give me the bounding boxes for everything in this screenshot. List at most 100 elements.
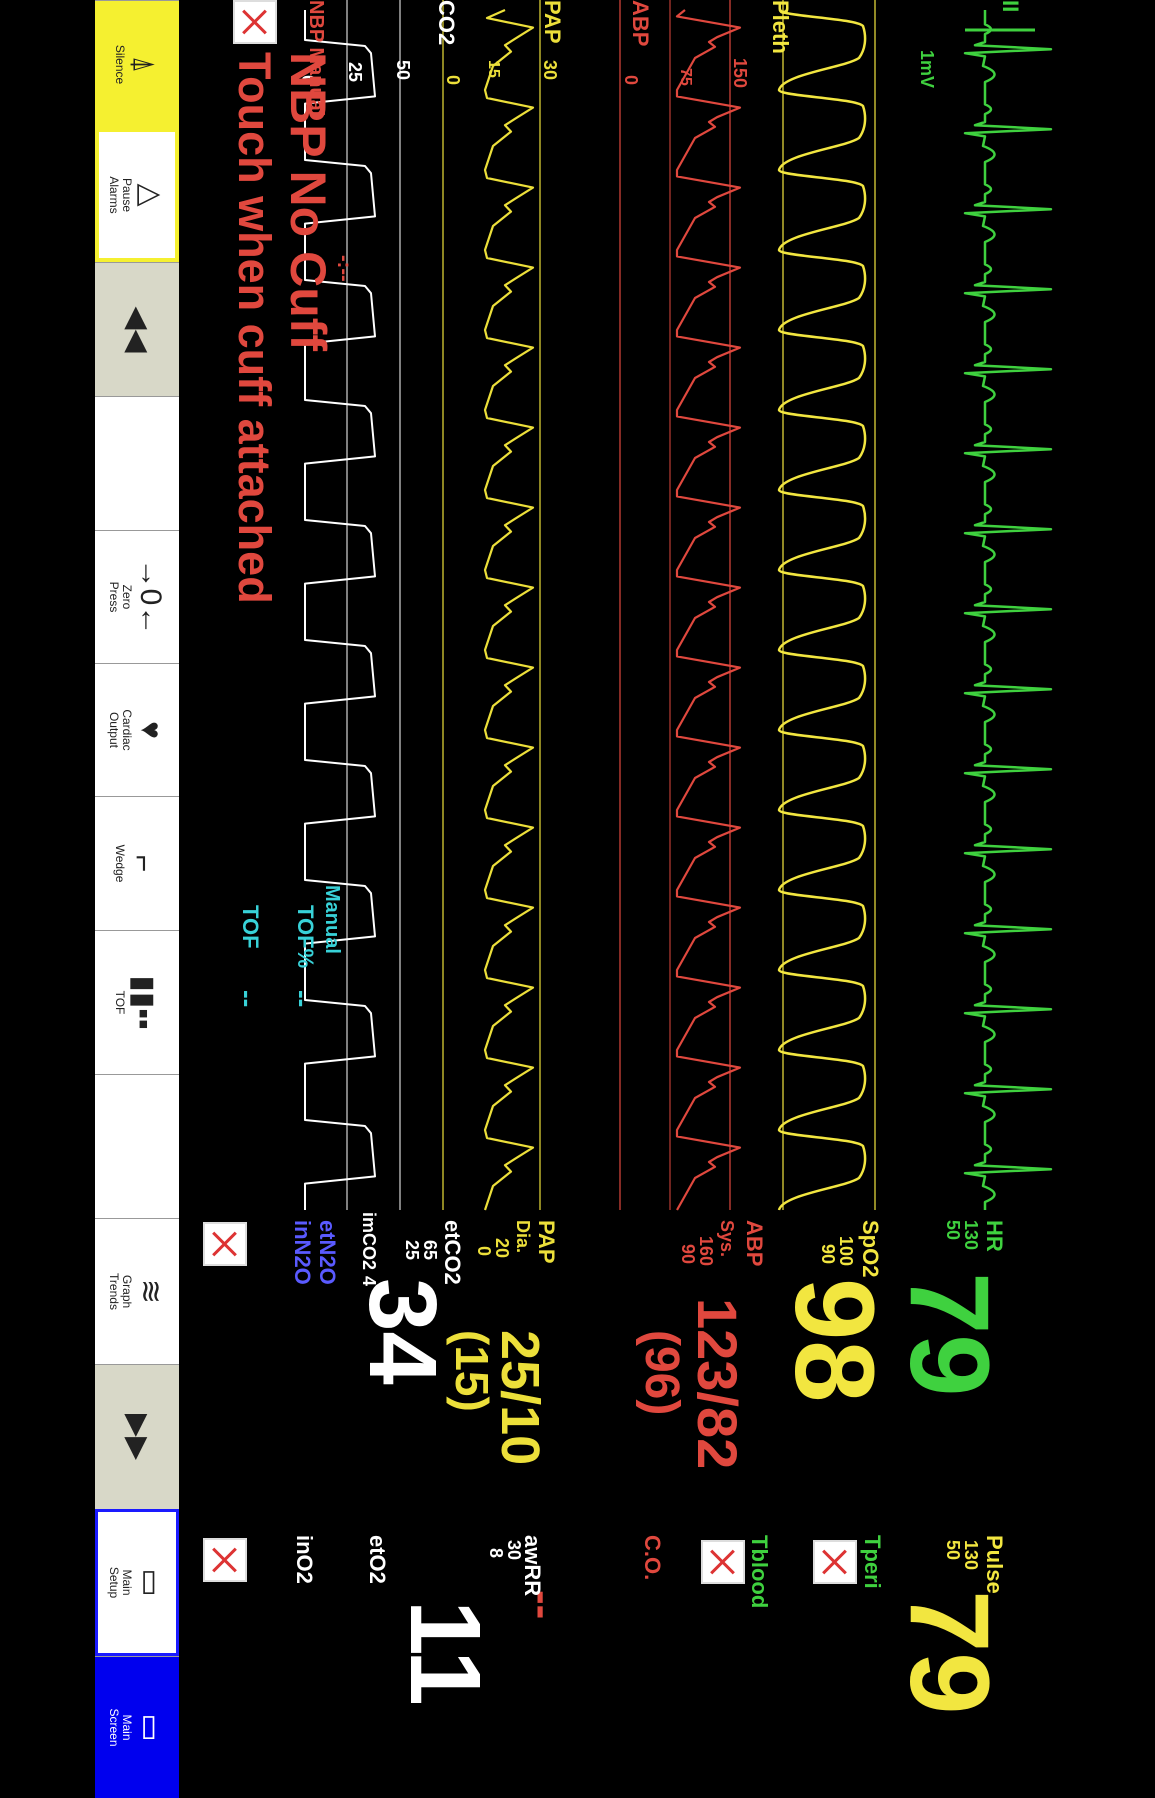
etco2-value[interactable]: 34: [349, 1278, 456, 1385]
abp-scale-low: 0: [621, 75, 641, 86]
tperi-alarm-off-icon: [813, 1540, 857, 1584]
abp-alarm-low: 90: [678, 1244, 698, 1265]
tof-label: TOF: [238, 905, 263, 949]
pap-dia-label: Dia.: [513, 1220, 533, 1254]
abp-wave-label: ABP: [628, 0, 653, 47]
toolbar-label: TOF: [113, 990, 128, 1015]
spo2-value[interactable]: 98: [772, 1278, 897, 1403]
etco2-alarm-low: 25: [402, 1240, 422, 1261]
tof-percent-value: --: [288, 990, 318, 1008]
tof-bars-icon: ▮▮▪▪: [127, 975, 161, 1030]
wedge-button[interactable]: ⌐ Wedge: [95, 796, 179, 930]
co2-wave-label: CO2: [434, 0, 459, 46]
cardiac-output-button[interactable]: ♥ Cardiac Output: [95, 663, 179, 796]
tof-button[interactable]: ▮▮▪▪ TOF: [95, 930, 179, 1074]
monitor-screen: II 1mV Pleth ABP 150 75 0 PAP 30 15 0 CO…: [0, 0, 1155, 1798]
double-right-arrow-icon: ▶▶: [121, 1413, 154, 1461]
abp-value[interactable]: 123/82: [686, 1298, 749, 1469]
main-setup-button[interactable]: ▭ Main Setup: [95, 1509, 179, 1656]
trend-graph-icon: ≋: [134, 1278, 167, 1305]
bell-silence-icon: ⍋: [127, 55, 161, 74]
main-screen-button[interactable]: ▭ Main Screen: [95, 1656, 179, 1798]
ecg-lead-label: II: [998, 0, 1023, 13]
tperi-label: Tperi: [860, 1535, 885, 1589]
inn2o-label: inN2O: [290, 1220, 315, 1285]
abp-scale-high: 150: [730, 58, 750, 89]
abp-param-label: ABP: [742, 1220, 767, 1267]
awrr-alarm-low: 8: [486, 1548, 506, 1559]
toolbar-label: Silence: [113, 44, 128, 85]
hr-alarm-low: 50: [943, 1220, 963, 1241]
pap-alarm-high: 20: [492, 1238, 512, 1259]
hr-value[interactable]: 79: [887, 1272, 1012, 1397]
toolbar-label: Pause Alarms: [107, 176, 134, 214]
pulse-value[interactable]: 79: [887, 1590, 1012, 1715]
pap-wave-label: PAP: [540, 0, 565, 44]
inn2o-alarm-off-icon: [203, 1222, 247, 1266]
pap-waveform: [483, 8, 535, 1211]
pap-scale-mid: 15: [485, 60, 502, 78]
pleth-label: Pleth: [768, 0, 793, 54]
abp-sys-label: Sys.: [717, 1220, 737, 1258]
pulse-label: Pulse: [982, 1535, 1007, 1594]
awrr-value[interactable]: 11: [389, 1600, 501, 1706]
zero-press-button[interactable]: →0← Zero Press: [95, 530, 179, 663]
abp-scale-mid: 75: [677, 68, 694, 86]
nbp-alarm-off-icon: [233, 0, 277, 44]
nbp-message-attach-cuff[interactable]: Touch when cuff attached: [229, 52, 280, 604]
setup-icon: ▭: [134, 1568, 167, 1597]
pap-value[interactable]: 25/10: [490, 1330, 550, 1465]
wedge-curve-icon: ⌐: [127, 854, 161, 873]
tof-percent-label: TOF%: [293, 905, 318, 969]
nbp-message-no-cuff[interactable]: NBP No Cuff: [280, 52, 336, 351]
toolbar-label: Main Setup: [107, 1566, 134, 1599]
hr-alarm-high: 130: [961, 1220, 981, 1251]
toolbar-label: Main Screen: [107, 1708, 134, 1747]
toolbar-label: Cardiac Output: [107, 709, 134, 751]
alarm-pause-icon: △: [134, 183, 167, 207]
hr-label: HR: [982, 1220, 1007, 1252]
pap-scale-high: 30: [540, 60, 560, 81]
silence-button[interactable]: ⍋ Silence: [95, 0, 179, 128]
toolbar-label: Zero Press: [107, 581, 134, 613]
pulse-alarm-high: 130: [961, 1540, 981, 1571]
co-label: C.O.: [640, 1535, 665, 1581]
etco2-alarm-high: 65: [420, 1240, 440, 1261]
eto2-label: etO2: [365, 1535, 390, 1584]
graph-trends-button[interactable]: ≋ Graph Trends: [95, 1218, 179, 1364]
spo2-alarm-low: 90: [818, 1244, 838, 1265]
blank-button-1[interactable]: [95, 396, 179, 530]
zero-arrows-icon: →0←: [134, 558, 167, 636]
toolbar-label: Graph Trends: [107, 1273, 134, 1310]
page-forward-button[interactable]: ▶▶: [95, 1364, 179, 1509]
ino2-alarm-off-icon: [203, 1538, 247, 1582]
etn2o-label: etN2O: [315, 1220, 340, 1285]
page-back-button[interactable]: ◀◀: [95, 262, 179, 396]
tof-value: --: [233, 990, 263, 1008]
ino2-label: inO2: [292, 1535, 317, 1584]
imco2-readout: imCO24: [359, 1212, 379, 1287]
ecg-gain-label: 1mV: [917, 50, 937, 89]
double-left-arrow-icon: ◀◀: [121, 306, 154, 353]
pap-scale-low: 0: [443, 75, 463, 86]
screen-icon: ▭: [134, 1713, 167, 1742]
pulse-alarm-low: 50: [943, 1540, 963, 1561]
pap-alarm-low: 0: [474, 1246, 494, 1257]
spo2-alarm-high: 100: [836, 1236, 856, 1267]
co2-scale-high: 50: [393, 60, 413, 81]
awrr-alarm-high: 30: [504, 1540, 524, 1561]
toolbar-label: Wedge: [113, 844, 128, 883]
tblood-alarm-off-icon: [701, 1540, 745, 1584]
pause-alarms-button[interactable]: △ Pause Alarms: [95, 128, 179, 262]
ecg-waveform: [963, 10, 1053, 1210]
tblood-label: Tblood: [747, 1535, 772, 1609]
pap-param-label: PAP: [534, 1220, 559, 1264]
blank-button-2[interactable]: [95, 1074, 179, 1218]
co2-scale-mid: 25: [345, 62, 365, 83]
abp-alarm-high: 160: [696, 1236, 716, 1267]
tof-manual-label: Manual: [321, 885, 343, 954]
spo2-label: SpO2: [858, 1220, 883, 1278]
etco2-label: etCO2: [440, 1220, 465, 1285]
pleth-waveform: [777, 8, 867, 1211]
abp-mean: (96): [635, 1330, 688, 1416]
